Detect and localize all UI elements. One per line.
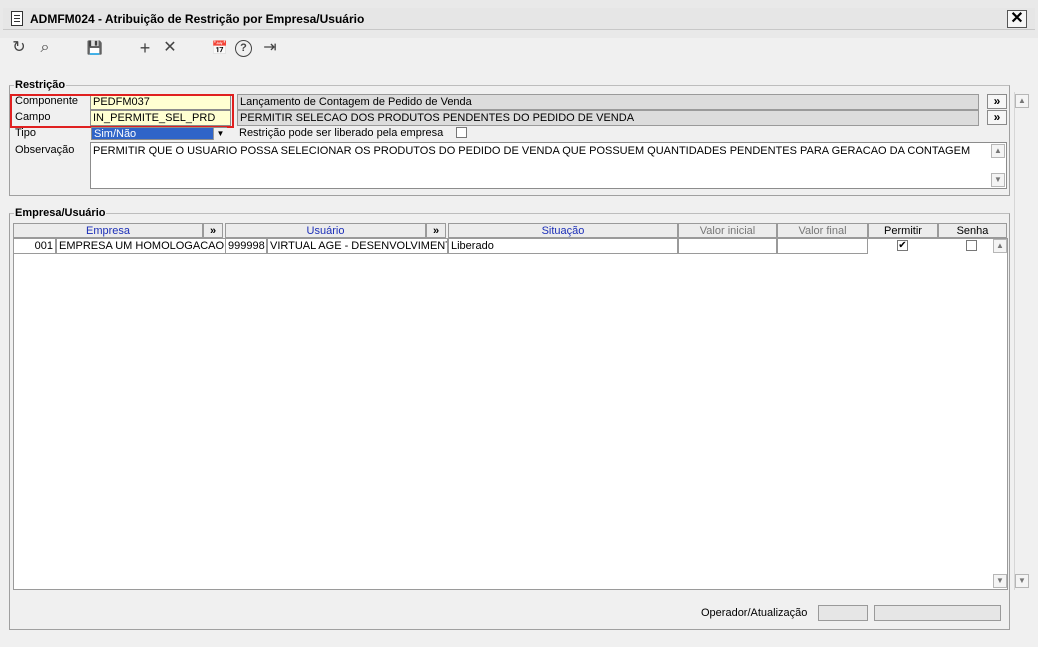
column-header-empresa[interactable]: Empresa [13,223,203,238]
usuario-code-cell[interactable]: 999998 [225,238,267,254]
refresh-icon[interactable]: ↻ [9,38,29,58]
empresa-lookup-button[interactable]: » [203,223,223,238]
operador-label: Operador/Atualização [701,607,808,619]
operador-field [818,605,868,621]
column-header-valor-final[interactable]: Valor final [777,223,868,238]
window-scroll-up[interactable]: ▲ [1015,94,1029,108]
highlight-box [10,94,234,128]
grid-scroll-down[interactable]: ▼ [993,574,1007,588]
add-icon[interactable]: + [135,38,155,58]
delete-icon[interactable]: ✕ [160,38,180,58]
situacao-cell[interactable]: Liberado [448,238,678,254]
window-scroll-down[interactable]: ▼ [1015,574,1029,588]
grid-scroll-up[interactable]: ▲ [993,239,1007,253]
column-header-senha[interactable]: Senha [938,223,1007,238]
document-icon [11,11,23,26]
window-title: ADMFM024 - Atribuição de Restrição por E… [30,12,365,26]
close-button[interactable]: ✕ [1007,10,1027,28]
observacao-scroll-up[interactable]: ▲ [991,144,1005,158]
exit-icon[interactable]: ⇥ [260,38,280,58]
valor-inicial-cell[interactable] [678,238,777,254]
liberado-checkbox[interactable] [456,127,467,138]
help-icon[interactable]: ? [235,40,252,57]
senha-checkbox[interactable] [966,240,977,251]
calendar-icon[interactable]: 📅 [210,38,230,58]
tipo-select-value: Sim/Não [94,128,137,140]
column-header-permitir[interactable]: Permitir [868,223,938,238]
liberado-label: Restrição pode ser liberado pela empresa [239,127,444,139]
atualizacao-field [874,605,1001,621]
componente-description: Lançamento de Contagem de Pedido de Vend… [237,94,979,110]
column-header-usuario[interactable]: Usuário [225,223,426,238]
table-row[interactable]: 001 EMPRESA UM HOMOLOGACAO 999998 VIRTUA… [13,238,993,254]
usuario-name-cell[interactable]: VIRTUAL AGE - DESENVOLVIMENTO [267,238,448,254]
empresa-usuario-group-title: Empresa/Usuário [14,207,107,219]
observacao-scroll-down[interactable]: ▼ [991,173,1005,187]
componente-lookup-button[interactable]: » [987,94,1007,109]
observacao-textarea[interactable]: PERMITIR QUE O USUARIO POSSA SELECIONAR … [90,142,1007,189]
grid-body [13,238,1008,590]
restricao-group-title: Restrição [14,79,67,91]
tipo-select[interactable]: Sim/Não [91,127,227,140]
search-icon[interactable]: ⌕ [35,38,55,58]
campo-description: PERMITIR SELECAO DOS PRODUTOS PENDENTES … [237,110,979,126]
chevron-down-icon[interactable]: ▼ [213,128,227,140]
window-scrollbar[interactable] [1014,92,1030,590]
campo-lookup-button[interactable]: » [987,110,1007,125]
empresa-name-cell[interactable]: EMPRESA UM HOMOLOGACAO [56,238,226,254]
tipo-label: Tipo [15,127,36,139]
usuario-lookup-button[interactable]: » [426,223,446,238]
observacao-label: Observação [15,144,75,156]
valor-final-cell[interactable] [777,238,868,254]
empresa-code-cell[interactable]: 001 [13,238,56,254]
permitir-checkbox[interactable]: ✔ [897,240,908,251]
save-icon[interactable]: 💾 [85,38,105,58]
column-header-valor-inicial[interactable]: Valor inicial [678,223,777,238]
column-header-situacao[interactable]: Situação [448,223,678,238]
